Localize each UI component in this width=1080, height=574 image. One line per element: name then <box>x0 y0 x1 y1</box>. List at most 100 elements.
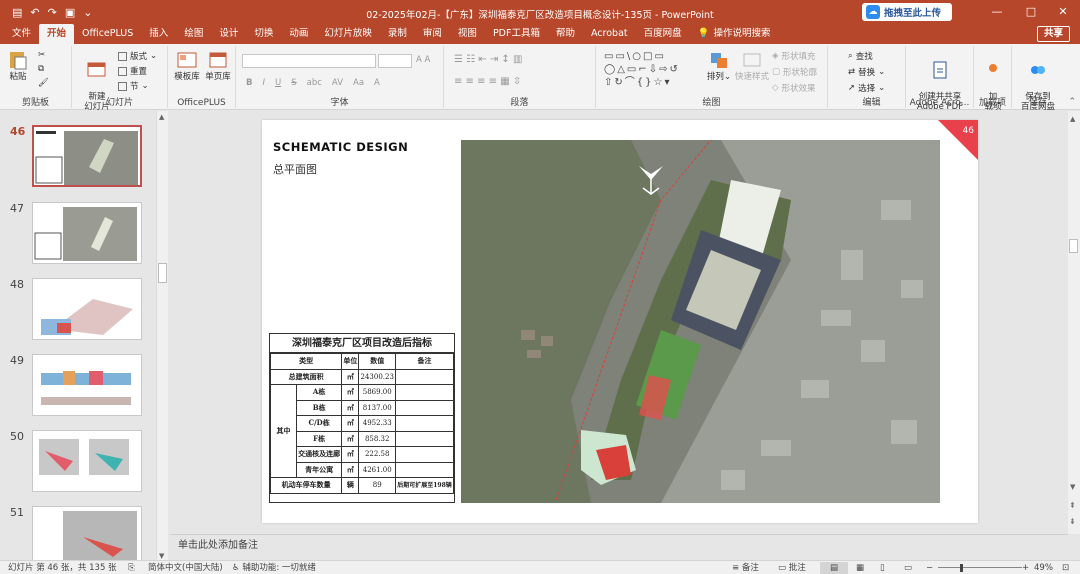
tab-animations[interactable]: 动画 <box>281 24 316 44</box>
accessibility-status[interactable]: ♿ 辅助功能: 一切就绪 <box>232 562 316 574</box>
tab-transitions[interactable]: 切换 <box>246 24 281 44</box>
redo-icon[interactable]: ↷ <box>48 7 57 18</box>
scroll-down-icon[interactable]: ▼ <box>159 552 164 560</box>
layout-button[interactable]: 版式 ⌄ <box>118 50 157 62</box>
cut-icon[interactable]: ✂ <box>38 50 45 60</box>
previous-slide-icon[interactable]: ⇞ <box>1069 501 1076 510</box>
reset-button[interactable]: 重置 <box>118 65 147 77</box>
shapes-gallery[interactable]: ▭▭\○□▭ ◯△▭⌐⇩⇨↺ ⇧↻⌒{}☆▾ <box>604 50 694 90</box>
align-buttons[interactable]: ≡ ≡ ≡ ≡ ▦ ⇳ <box>454 76 521 87</box>
thumbnail-48[interactable]: 48 <box>0 278 160 342</box>
slide-subtitle[interactable]: 总平面图 <box>273 161 317 177</box>
font-family-select[interactable] <box>242 54 376 68</box>
replace-icon: ⇄ <box>848 67 856 77</box>
select-button[interactable]: ➚ 选择 ⌄ <box>848 82 885 94</box>
underline-button[interactable]: U <box>275 78 281 88</box>
slide-title[interactable]: SCHEMATIC DESIGN <box>273 140 408 154</box>
next-slide-icon[interactable]: ⇟ <box>1069 517 1076 526</box>
upload-button[interactable]: ☁ 拖拽至此上传 <box>862 3 952 21</box>
customize-icon[interactable]: ⌄ <box>83 7 92 18</box>
editor-scrollbar[interactable]: ▲ ▼ ⇞ ⇟ <box>1068 111 1080 534</box>
tab-record[interactable]: 录制 <box>380 24 415 44</box>
scroll-down-icon[interactable]: ▼ <box>1070 483 1075 491</box>
status-bar: 幻灯片 第 46 张，共 135 张 ⎘ 简体中文(中国大陆) ♿ 辅助功能: … <box>0 560 1080 574</box>
slide-sorter-icon[interactable]: ▦ <box>856 562 864 574</box>
spacing-button[interactable]: AV <box>332 78 343 88</box>
single-page-library-button[interactable]: 单页库 <box>203 50 233 82</box>
site-plan-map[interactable] <box>461 140 940 503</box>
zoom-slider-handle[interactable] <box>960 564 963 572</box>
current-slide[interactable]: SCHEMATIC DESIGN 总平面图 46 深圳福泰克厂区项目改造后指标 … <box>262 120 978 523</box>
strikethrough-button[interactable]: S <box>291 78 296 88</box>
change-case-button[interactable]: Aa <box>353 78 364 88</box>
undo-icon[interactable]: ↶ <box>30 7 39 18</box>
thumbnail-50[interactable]: 50 <box>0 430 160 494</box>
section-button[interactable]: 节 ⌄ <box>118 80 149 92</box>
zoom-out-icon[interactable]: − <box>926 562 933 574</box>
language-indicator[interactable]: 简体中文(中国大陆) <box>148 562 223 574</box>
bold-button[interactable]: B <box>246 78 252 88</box>
tab-file[interactable]: 文件 <box>4 24 39 44</box>
thumbnail-46[interactable]: 46 <box>0 125 160 189</box>
font-size-select[interactable] <box>378 54 412 68</box>
tab-pdf-tools[interactable]: PDF工具箱 <box>485 24 548 44</box>
copy-icon[interactable]: ⧉ <box>38 64 44 74</box>
slideshow-icon[interactable]: ▭ <box>904 562 912 574</box>
tab-draw[interactable]: 绘图 <box>176 24 211 44</box>
template-library-button[interactable]: 模板库 <box>172 50 202 82</box>
tell-me-search[interactable]: 💡 操作说明搜索 <box>690 24 779 44</box>
tab-home[interactable]: 开始 <box>39 24 75 44</box>
collapse-ribbon-icon[interactable]: ⌃ <box>1068 97 1076 107</box>
tab-help[interactable]: 帮助 <box>548 24 583 44</box>
thumbnail-49[interactable]: 49 <box>0 354 160 418</box>
find-label: 查找 <box>855 52 873 62</box>
tab-acrobat[interactable]: Acrobat <box>583 24 636 44</box>
list-buttons[interactable]: ☰ ☷ ⇤ ⇥ ↕ ▥ <box>454 54 522 65</box>
spellcheck-icon[interactable]: ⎘ <box>128 562 135 574</box>
arrange-button[interactable]: 排列⌄ <box>706 50 732 82</box>
shape-effects-button[interactable]: ◇ 形状效果 <box>772 82 816 94</box>
font-color-button[interactable]: A <box>374 78 380 88</box>
tab-officeplus[interactable]: OfficePLUS <box>74 24 141 44</box>
present-icon[interactable]: ▣ <box>65 7 75 18</box>
tab-view[interactable]: 视图 <box>450 24 485 44</box>
thumbnail-scroll-thumb[interactable] <box>158 263 167 283</box>
thumbnail-47[interactable]: 47 <box>0 202 160 266</box>
italic-button[interactable]: I <box>262 78 265 88</box>
slide-thumbnail-pane: 46 47 48 49 50 51 ▲ ▼ <box>0 111 170 568</box>
replace-button[interactable]: ⇄ 替换 ⌄ <box>848 66 885 78</box>
fit-to-window-icon[interactable]: ⊡ <box>1062 562 1069 574</box>
save-icon[interactable]: ▤ <box>12 7 22 18</box>
thumbnail-scrollbar[interactable]: ▲ ▼ <box>156 111 168 562</box>
reading-view-icon[interactable]: ▯ <box>880 562 885 574</box>
find-button[interactable]: ⌕ 查找 <box>848 50 873 62</box>
scroll-up-icon[interactable]: ▲ <box>159 113 164 121</box>
maximize-icon[interactable]: □ <box>1014 0 1048 24</box>
close-icon[interactable]: ✕ <box>1046 0 1080 24</box>
notes-pane[interactable]: 单击此处添加备注 <box>170 534 1068 556</box>
tab-insert[interactable]: 插入 <box>141 24 176 44</box>
tab-review[interactable]: 审阅 <box>415 24 450 44</box>
shadow-button[interactable]: abc <box>307 78 322 88</box>
format-painter-icon[interactable]: 🖌 <box>38 78 49 88</box>
quick-styles-icon <box>743 53 761 67</box>
tab-slideshow[interactable]: 幻灯片放映 <box>316 24 380 44</box>
zoom-level[interactable]: 49% <box>1034 562 1053 574</box>
shape-outline-button[interactable]: ▢ 形状轮廓 <box>772 66 817 78</box>
comments-toggle[interactable]: ▭ 批注 <box>778 562 806 574</box>
normal-view-icon[interactable]: ▤ <box>820 562 848 574</box>
minimize-icon[interactable]: — <box>980 0 1014 24</box>
editor-scroll-thumb[interactable] <box>1069 239 1078 253</box>
quick-styles-button[interactable]: 快速样式 <box>734 50 770 82</box>
font-size-buttons[interactable]: A A <box>416 55 430 65</box>
zoom-in-icon[interactable]: + <box>1022 562 1029 574</box>
tab-baidu[interactable]: 百度网盘 <box>636 24 690 44</box>
header-unit: 单位 <box>341 353 360 370</box>
paste-button[interactable]: 粘贴 <box>6 50 30 82</box>
notes-toggle[interactable]: ≡ 备注 <box>732 562 759 574</box>
zoom-slider[interactable] <box>938 567 1022 568</box>
shape-fill-button[interactable]: ◈ 形状填充 <box>772 50 816 62</box>
share-button[interactable]: 共享 <box>1036 26 1070 42</box>
tab-design[interactable]: 设计 <box>211 24 246 44</box>
scroll-up-icon[interactable]: ▲ <box>1070 115 1075 123</box>
